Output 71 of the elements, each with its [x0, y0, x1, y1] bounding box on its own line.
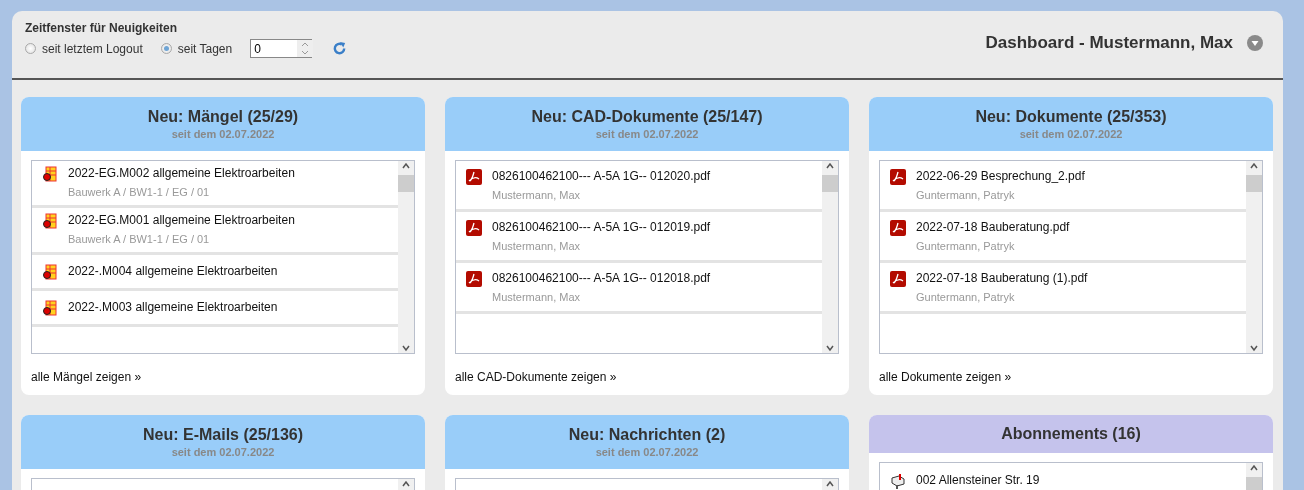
dashboard-title: Dashboard - Mustermann, Max — [985, 33, 1233, 53]
pdf-icon — [890, 271, 906, 287]
item-title: 0826100462100--- A-5A 1G-- 012019.pdf — [492, 220, 711, 234]
scroll-down-icon[interactable] — [1249, 343, 1259, 353]
radio-button[interactable] — [25, 43, 36, 54]
item-title: 2022-07-18 Bauberatung (1).pdf — [916, 271, 1088, 285]
item-detail: Bauwerk A / BW1-1 / EG / 01 — [68, 186, 211, 198]
pdf-icon — [890, 169, 906, 185]
scroll-up-icon[interactable] — [401, 161, 411, 171]
defect-list-icon — [42, 300, 58, 316]
item-detail: Guntermann, Patryk — [916, 240, 1016, 252]
widget-subtitle: seit dem 02.07.2022 — [171, 128, 275, 140]
item-detail: Mustermann, Max — [492, 240, 582, 252]
scroll-thumb[interactable] — [822, 175, 838, 192]
item-detail: Bauwerk A / BW1-1 / EG / 01 — [68, 233, 211, 245]
scroll-up-icon[interactable] — [825, 161, 835, 171]
widget-subtitle: seit dem 02.07.2022 — [595, 446, 699, 458]
scroll-up-icon[interactable] — [1249, 463, 1259, 473]
item-detail: Guntermann, Patryk — [916, 291, 1016, 303]
scrollbar[interactable] — [822, 161, 838, 353]
days-spinner[interactable]: 0 — [250, 39, 313, 58]
refresh-icon[interactable] — [332, 41, 348, 56]
item-detail: Mustermann, Max — [492, 291, 582, 303]
pdf-icon — [890, 220, 906, 236]
widget-title: Neu: CAD-Dokumente (25/147) — [531, 108, 763, 126]
mailbox-icon — [890, 473, 906, 489]
item-title: 0826100462100--- A-5A 1G-- 012020.pdf — [492, 169, 711, 183]
radio-button[interactable] — [160, 43, 172, 54]
days-field[interactable]: 0 — [251, 41, 298, 56]
defect-list-icon — [42, 166, 58, 182]
scroll-down-icon[interactable] — [825, 343, 835, 353]
defect-list-icon — [42, 213, 58, 229]
widget-title: Abonnements (16) — [1001, 425, 1141, 443]
widget-title: Neu: Dokumente (25/353) — [975, 108, 1167, 126]
widget-title: Neu: Nachrichten (2) — [568, 426, 726, 444]
show-all-link[interactable]: alle Mängel zeigen » — [31, 370, 142, 384]
scroll-thumb[interactable] — [1246, 477, 1262, 490]
list-item[interactable]: 2022-EG.M002 allgemeine Elektroarbeiten Bauwerk A / BW1-1 / EG / 01 — [32, 161, 398, 208]
widget-subtitle: seit dem 02.07.2022 — [171, 446, 275, 458]
show-all-link[interactable]: alle Dokumente zeigen » — [879, 370, 1012, 384]
item-detail: Guntermann, Patryk — [916, 189, 1016, 201]
pdf-icon — [466, 169, 482, 185]
item-title: 2022-.M004 allgemeine Elektroarbeiten — [68, 264, 278, 278]
radio-label[interactable]: seit Tagen — [177, 41, 233, 56]
pdf-icon — [466, 220, 482, 236]
list-item[interactable]: 2022-.M004 allgemeine Elektroarbeiten — [32, 255, 398, 291]
widget-subtitle: seit dem 02.07.2022 — [595, 128, 699, 140]
scroll-down-icon[interactable] — [401, 343, 411, 353]
item-title: 2022-.M003 allgemeine Elektroarbeiten — [68, 300, 278, 314]
show-all-link[interactable]: alle CAD-Dokumente zeigen » — [455, 370, 617, 384]
scrollbar[interactable] — [398, 161, 414, 353]
filter-title: Zeitfenster für Neuigkeiten — [25, 21, 179, 35]
item-title: 2022-EG.M001 allgemeine Elektroarbeiten — [68, 213, 295, 227]
radio-label[interactable]: seit letztem Logout — [42, 41, 143, 56]
scroll-thumb[interactable] — [398, 175, 414, 192]
defect-list-icon — [42, 264, 58, 280]
item-title: 2022-07-18 Bauberatung.pdf — [916, 220, 1070, 234]
item-title: 2022-06-29 Besprechung_2.pdf — [916, 169, 1085, 183]
dropdown-icon[interactable] — [1247, 35, 1263, 51]
item-title: 0826100462100--- A-5A 1G-- 012018.pdf — [492, 271, 711, 285]
scroll-thumb[interactable] — [1246, 175, 1262, 192]
item-title: 002 Allensteiner Str. 19 — [916, 473, 1040, 487]
widget-title: Neu: Mängel (25/29) — [147, 108, 299, 126]
scroll-up-icon[interactable] — [1249, 161, 1259, 171]
item-title: 2022-EG.M002 allgemeine Elektroarbeiten — [68, 166, 295, 180]
widget-subtitle: seit dem 02.07.2022 — [1019, 128, 1123, 140]
list-item[interactable]: 2022-.M003 allgemeine Elektroarbeiten — [32, 291, 398, 327]
scrollbar[interactable] — [1246, 161, 1262, 353]
widget-title: Neu: E-Mails (25/136) — [142, 426, 304, 444]
item-detail: Mustermann, Max — [492, 189, 582, 201]
pdf-icon — [466, 271, 482, 287]
